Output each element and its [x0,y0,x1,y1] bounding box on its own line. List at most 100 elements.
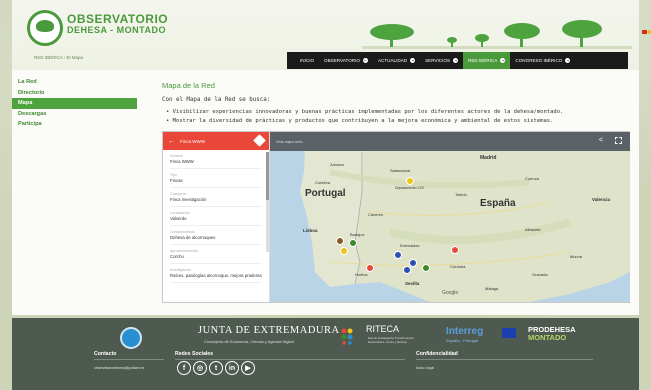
panel-header: ← Finca WWW [163,132,269,150]
field-tipo: Tipo Fincas [170,173,262,188]
field-value: Corcho [170,253,262,264]
sidebar-item-participa[interactable]: Participa [12,119,137,130]
panel-fields: Nombre Finca WWW Tipo Fincas Categoría Finc… [163,150,269,291]
bullet-list: Visibilizar experiencias innovadoras y b… [166,108,564,126]
sidebar-item-la-red[interactable]: La Red [12,77,137,88]
footer-heading-redes: Redes Sociales [175,351,214,357]
interreg-logo-subtitle: España - Portugal [446,338,479,343]
nav-item-congreso-iberico[interactable]: Congreso Ibérico [510,52,575,69]
map-marker[interactable] [422,264,430,272]
cicytex-logo-icon[interactable] [120,327,142,349]
sidebar-item-mapa[interactable]: Mapa [12,98,137,109]
chevron-down-icon [500,58,506,63]
scroll-thumb[interactable] [266,152,269,200]
eu-flag-icon [502,328,516,338]
nav-label: Congreso Ibérico [515,58,563,63]
field-categoria: Categoría Finca investigación [170,192,262,207]
map-label-valencia: Valencia [592,197,611,202]
chevron-down-icon [410,58,416,63]
share-icon[interactable]: < [599,137,603,144]
map-label-portugal: Portugal [305,188,346,199]
youtube-icon[interactable]: ▶ [241,361,255,375]
map-attribution: Google [442,290,459,296]
sidebar: La Red Directorio Mapa Descargas Partici… [12,77,137,130]
map-marker[interactable] [409,259,417,267]
nav-label: Red Ibérica [468,58,498,63]
nav-label: Servicios [425,58,451,63]
map-marker[interactable] [366,264,374,272]
map-detail-panel: ← Finca WWW Nombre Finca WWW Tipo Fincas C… [163,132,270,302]
map-label-zamora: Zamora [330,162,344,167]
nav-item-red-iberica[interactable]: Red Ibérica [463,52,511,69]
field-value: Finca investigación [170,196,262,207]
riteca-logo-title[interactable]: RITECA [366,324,399,334]
nav-label: Observatorio [324,58,360,63]
logo-title[interactable]: OBSERVATORIO [67,13,168,25]
panel-scrollbar[interactable] [266,152,269,252]
chevron-down-icon [453,58,459,63]
contact-email-link[interactable]: observatoriodehesa@juntaex.es [94,366,144,370]
map-label-sevilla: Sevilla [405,281,420,286]
tree-silhouette-icon [362,20,632,49]
twitter-icon[interactable]: t [209,361,223,375]
sidebar-item-directorio[interactable]: Directorio [12,88,137,99]
map-label-malaga: Málaga [485,286,499,291]
location-pin-icon [253,134,266,147]
map-label-lisboa: Lisboa [303,228,318,233]
map-marker[interactable] [349,239,357,247]
interreg-logo-title[interactable]: Interreg [446,326,483,337]
nav-item-actualidad[interactable]: Actualidad [373,52,420,69]
map-label-cuenca: Cuenca [525,176,539,181]
map-marker[interactable] [403,266,411,274]
field-value: Raíces, patologías alcornoque, mejora pr… [170,272,262,283]
facebook-icon[interactable]: f [177,361,191,375]
map-label-huelva: Huelva [355,272,368,277]
logo-tree-icon[interactable] [27,10,63,46]
map-marker[interactable] [406,177,414,185]
chevron-down-icon [362,58,368,63]
aviso-legal-link[interactable]: Aviso Legal [416,366,434,370]
sidebar-item-descargas[interactable]: Descargas [12,109,137,120]
prodehesa-logo[interactable]: PRODEHESA MONTADO [528,326,576,342]
field-value: Fincas [170,177,262,188]
field-aprovechamiento: Aprovechamiento Corcho [170,249,262,264]
map-marker[interactable] [451,246,459,254]
map-label-espana: España [480,198,516,209]
nav-item-observatorio[interactable]: Observatorio [319,52,373,69]
footer-heading-confidencialidad: Confidencialidad [416,351,458,357]
chevron-down-icon [565,58,571,63]
footer-divider [175,359,405,360]
back-arrow-icon[interactable]: ← [168,138,175,145]
field-localizacion: Localización Valverde [170,211,262,226]
riteca-logo-subtitle: Red de Investigación Transfronteriza Ext… [368,336,414,344]
field-condicion: Condición/título Dehesa de alcornoques [170,230,262,245]
nav-item-inicio[interactable]: Inicio [295,52,319,69]
map-toolbar: Vista mapa varia... < [270,132,630,151]
map-label-toledo: Toledo [455,192,467,197]
intro-text: Con el Mapa de la Red se busca: [162,97,271,103]
map-canvas[interactable]: Vista mapa varia... < Portugal España Ma… [270,132,630,302]
nav-label: Actualidad [377,58,408,63]
panel-title: Finca WWW [180,138,205,144]
nav-item-servicios[interactable]: Servicios [420,52,463,69]
map-label-murcia: Murcia [570,254,583,259]
social-links: f ◎ t in ▶ [177,361,255,375]
footer-divider [94,359,164,360]
logo-subtitle[interactable]: DEHESA - MONTADO [67,25,166,35]
junta-logo-title[interactable]: JUNTA DE EXTREMADURA [198,325,340,336]
map-toolbar-text: Vista mapa varia... [276,139,305,144]
fullscreen-icon[interactable] [615,137,622,144]
junta-logo-subtitle: Consejería de Economía, Ciencia y Agenda… [204,339,294,344]
footer-divider [416,359,593,360]
list-item: Mostrar la diversidad de prácticas y pro… [166,117,563,126]
breadcrumb[interactable]: RED IBÉRICA › El Mapa [34,55,83,60]
map-marker[interactable] [340,247,348,255]
field-investigacion: Investigación Raíces, patologías alcornoq… [170,268,262,283]
instagram-icon[interactable]: ◎ [193,361,207,375]
field-value: Finca WWW [170,158,262,169]
linkedin-icon[interactable]: in [225,361,239,375]
flag-es-icon[interactable] [642,30,647,34]
map-marker[interactable] [336,237,344,245]
language-flags[interactable] [642,30,651,34]
map-marker[interactable] [394,251,402,259]
